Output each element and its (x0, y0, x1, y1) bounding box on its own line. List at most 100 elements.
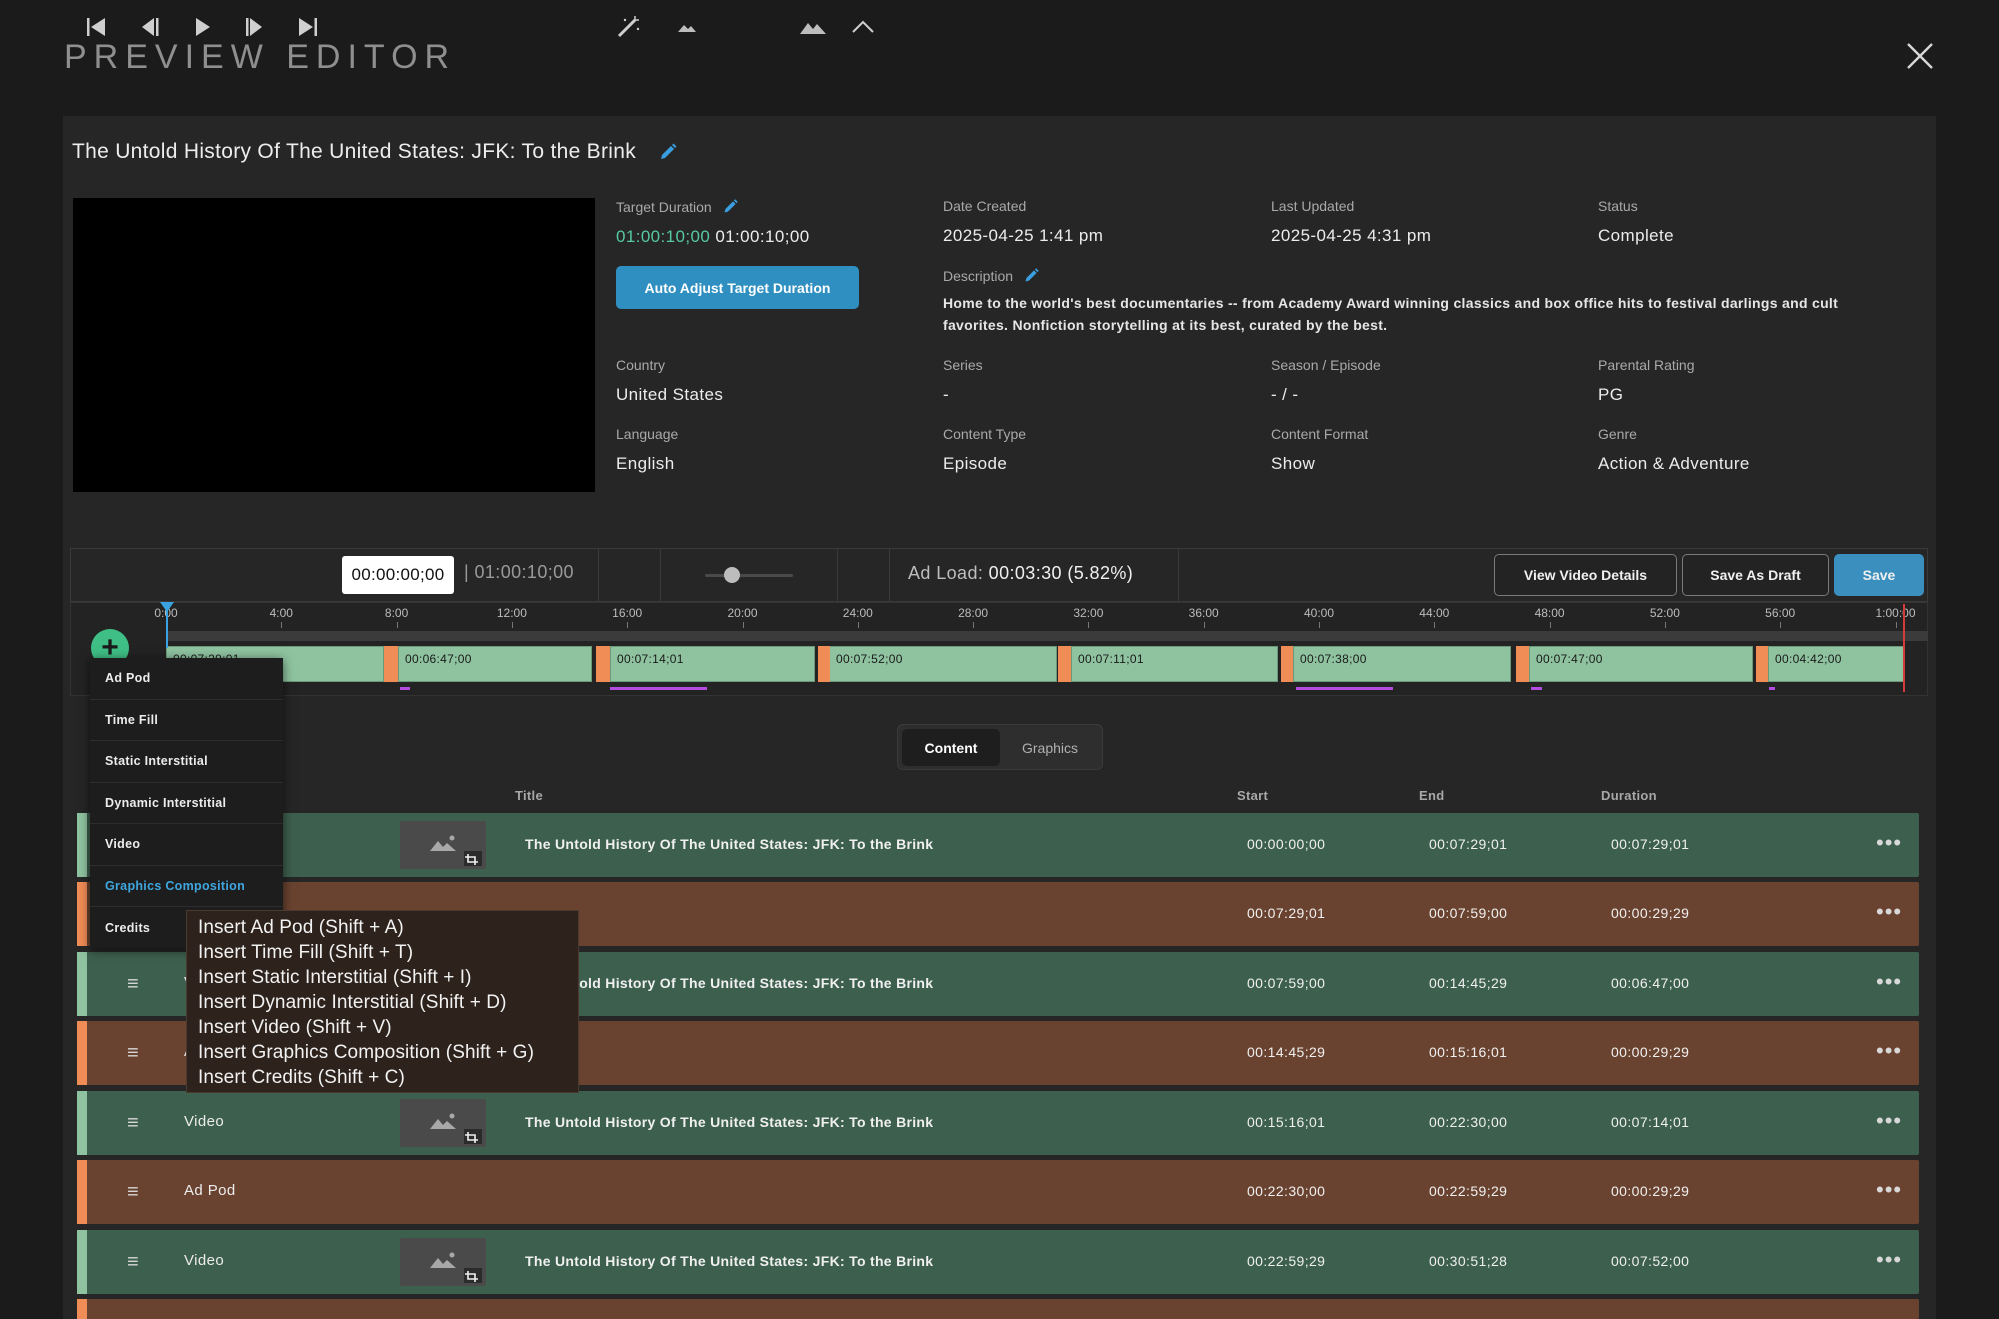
edit-title-pencil-icon[interactable] (658, 142, 678, 162)
table-row[interactable]: ≡VideoThe Untold History Of The United S… (77, 1230, 1919, 1294)
row-menu-ellipsis-icon[interactable]: ••• (1876, 1247, 1902, 1273)
insert-menu-item-dynamic-interstitial[interactable]: Dynamic Interstitial (90, 783, 283, 824)
timeline-video-segment[interactable]: 00:07:52;00 (829, 646, 1057, 682)
row-end: 00:14:45;29 (1429, 975, 1508, 991)
zoom-slider[interactable] (705, 574, 793, 577)
description-text: Home to the world's best documentaries -… (943, 295, 1839, 333)
drag-handle-icon[interactable]: ≡ (127, 974, 139, 994)
thumbnail-image-icon[interactable] (400, 821, 486, 869)
ruler-tick (281, 622, 283, 628)
step-back-icon[interactable] (136, 14, 162, 40)
ruler-label: 8:00 (384, 606, 409, 620)
edit-description-pencil-icon[interactable] (1023, 267, 1040, 284)
ruler-label: 20:00 (727, 606, 758, 620)
save-button[interactable]: Save (1834, 554, 1924, 596)
insert-menu-item-ad-pod[interactable]: Ad Pod (90, 658, 283, 700)
skip-to-end-icon[interactable] (295, 14, 321, 40)
tab-graphics[interactable]: Graphics (1000, 729, 1100, 766)
drag-handle-icon[interactable]: ≡ (127, 1252, 139, 1272)
row-type-stripe (77, 1230, 87, 1294)
row-end: 00:07:59;00 (1429, 905, 1508, 921)
timeline-video-segment[interactable]: 00:07:14;01 (610, 646, 815, 682)
timeline-ad-marker[interactable] (1281, 646, 1293, 682)
insert-menu-item-time-fill[interactable]: Time Fill (90, 700, 283, 741)
timeline-video-segment[interactable]: 00:07:47;00 (1529, 646, 1753, 682)
row-title: The Untold History Of The United States:… (525, 836, 934, 852)
ruler-label: 44:00 (1419, 606, 1450, 620)
timeline-video-segment[interactable]: 00:07:11;01 (1071, 646, 1278, 682)
video-player[interactable] (73, 198, 595, 492)
content-format: Content Format Show (1271, 426, 1368, 474)
row-end: 00:30:51;28 (1429, 1253, 1508, 1269)
timeline-ad-marker[interactable] (384, 646, 398, 682)
shortcut-line: Insert Time Fill (Shift + T) (198, 942, 414, 963)
timeline-ad-marker[interactable] (1756, 646, 1768, 682)
ruler-label: 28:00 (958, 606, 989, 620)
current-timecode-input[interactable]: 00:00:00;00 (342, 556, 454, 594)
last-updated: Last Updated 2025-04-25 4:31 pm (1271, 198, 1431, 246)
row-start: 00:15:16;01 (1247, 1114, 1326, 1130)
table-row[interactable]: ≡VideoThe Untold History Of The United S… (77, 813, 1919, 877)
row-type-stripe (77, 1021, 87, 1085)
insert-menu-item-static-interstitial[interactable]: Static Interstitial (90, 741, 283, 783)
zoom-in-icon[interactable] (799, 14, 827, 40)
table-row[interactable]: ≡VideoThe Untold History Of The United S… (77, 1091, 1919, 1155)
insert-menu-item-graphics-composition[interactable]: Graphics Composition (90, 866, 283, 907)
timeline-ad-marker[interactable] (596, 646, 610, 682)
skip-to-start-icon[interactable] (83, 14, 109, 40)
auto-adjust-button[interactable]: Auto Adjust Target Duration (616, 266, 859, 309)
row-menu-ellipsis-icon[interactable]: ••• (1876, 1177, 1902, 1203)
parental-rating-label: Parental Rating (1598, 357, 1695, 373)
tab-content[interactable]: Content (902, 729, 1000, 766)
date-created-label: Date Created (943, 198, 1027, 214)
table-row-partial[interactable] (77, 1299, 1919, 1319)
view-video-details-button[interactable]: View Video Details (1494, 554, 1677, 596)
column-header-duration: Duration (1601, 788, 1657, 803)
season-episode-label: Season / Episode (1271, 357, 1381, 373)
ruler-tick (1895, 622, 1897, 628)
current-duration: 01:00:10;00 (616, 227, 711, 246)
row-menu-ellipsis-icon[interactable]: ••• (1876, 1038, 1902, 1064)
timeline-ad-marker[interactable] (1058, 646, 1071, 682)
playhead-handle[interactable] (160, 602, 174, 612)
graphics-overlay-marker (1296, 687, 1393, 690)
asset-title: The Untold History Of The United States:… (72, 140, 637, 163)
ruler-label: 36:00 (1188, 606, 1219, 620)
step-forward-icon[interactable] (242, 14, 268, 40)
row-menu-ellipsis-icon[interactable]: ••• (1876, 830, 1902, 856)
ruler-label: 48:00 (1534, 606, 1565, 620)
play-icon[interactable] (189, 14, 215, 40)
row-start: 00:07:59;00 (1247, 975, 1326, 991)
timeline-track (166, 631, 1928, 641)
ad-load: Ad Load: 00:03:30 (5.82%) (908, 563, 1133, 584)
status-label: Status (1598, 198, 1638, 214)
parental-rating: Parental Rating PG (1598, 357, 1695, 405)
thumbnail-image-icon[interactable] (400, 1238, 486, 1286)
thumbnail-image-icon[interactable] (400, 1099, 486, 1147)
language-label: Language (616, 426, 679, 442)
timeline-ad-marker[interactable] (818, 646, 830, 682)
drag-handle-icon[interactable]: ≡ (127, 1182, 139, 1202)
row-menu-ellipsis-icon[interactable]: ••• (1876, 969, 1902, 995)
row-menu-ellipsis-icon[interactable]: ••• (1876, 899, 1902, 925)
timeline-ad-marker[interactable] (1516, 646, 1529, 682)
drag-handle-icon[interactable]: ≡ (127, 1043, 139, 1063)
timeline-video-segment[interactable]: 00:07:38;00 (1293, 646, 1511, 682)
graphics-overlay-marker (610, 687, 707, 690)
table-row[interactable]: ≡ Ad Pod 00:22:30;00 00:22:59;29 00:00:29;29… (77, 1160, 1919, 1224)
row-menu-ellipsis-icon[interactable]: ••• (1876, 1108, 1902, 1134)
close-icon[interactable] (1900, 36, 1940, 76)
edit-target-duration-pencil-icon[interactable] (722, 198, 739, 215)
ruler-tick (396, 622, 398, 628)
zoom-out-icon[interactable] (676, 14, 698, 40)
magic-wand-icon[interactable] (613, 14, 643, 40)
timeline-video-segment[interactable]: 00:06:47;00 (398, 646, 592, 682)
content-graphics-tabs: Content Graphics (897, 724, 1103, 770)
timeline-video-segment[interactable]: 00:04:42;00 (1768, 646, 1904, 682)
insert-menu-item-video[interactable]: Video (90, 824, 283, 866)
zoom-slider-thumb[interactable] (724, 567, 740, 583)
chevron-up-icon[interactable] (850, 14, 876, 40)
ruler-tick (1203, 622, 1205, 628)
drag-handle-icon[interactable]: ≡ (127, 1113, 139, 1133)
save-as-draft-button[interactable]: Save As Draft (1682, 554, 1829, 596)
